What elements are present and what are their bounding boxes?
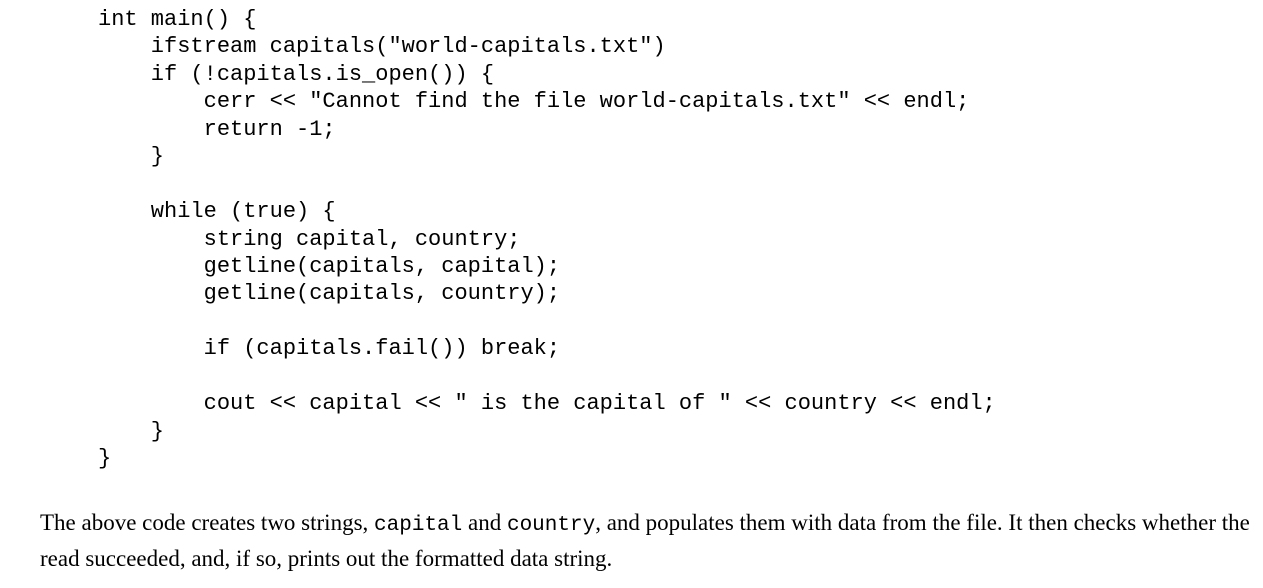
- code-line: if (capitals.fail()) break;: [98, 336, 561, 362]
- code-line: getline(capitals, country);: [98, 281, 561, 307]
- code-line: }: [98, 446, 112, 471]
- code-line: }: [98, 144, 165, 170]
- inline-code-country: country: [506, 514, 596, 537]
- paragraph-text: The above code creates two strings,: [40, 510, 375, 535]
- code-block: int main() { ifstream capitals("world-ca…: [98, 6, 996, 472]
- inline-code-capital: capital: [374, 514, 463, 537]
- code-line: string capital, country;: [98, 226, 521, 252]
- code-line: ifstream capitals("world-capitals.txt"): [98, 34, 666, 60]
- code-line: if (!capitals.is_open()) {: [98, 61, 495, 87]
- code-line: getline(capitals, capital);: [98, 253, 561, 279]
- code-line: cout << capital << " is the capital of "…: [98, 391, 996, 417]
- explanation-paragraph: The above code creates two strings, capi…: [40, 506, 1255, 575]
- code-line: while (true) {: [98, 199, 336, 225]
- paragraph-text: and: [462, 510, 507, 535]
- code-line: }: [98, 418, 165, 444]
- code-line: cerr << "Cannot find the file world-capi…: [98, 89, 970, 115]
- code-line: int main() {: [98, 7, 257, 32]
- code-line: return -1;: [98, 116, 336, 142]
